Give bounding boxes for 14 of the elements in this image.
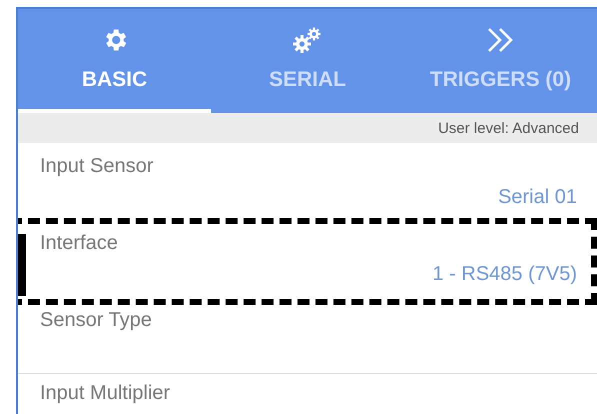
user-level-label: User level: Advanced bbox=[438, 120, 579, 136]
field-row[interactable]: Input Multiplier bbox=[18, 374, 597, 405]
field-label: Interface bbox=[40, 232, 118, 255]
field-row[interactable]: Sensor Type bbox=[18, 297, 597, 374]
double-chevron-icon bbox=[486, 26, 516, 54]
field-value[interactable]: Serial 01 bbox=[498, 186, 577, 208]
gears-icon bbox=[292, 26, 324, 54]
field-label: Sensor Type bbox=[40, 309, 152, 332]
tab[interactable]: SERIAL bbox=[211, 9, 404, 113]
field-value[interactable]: 1 - RS485 (7V5) bbox=[432, 263, 577, 285]
field-label: Input Sensor bbox=[40, 155, 154, 178]
field-row[interactable]: Input Sensor Serial 01 bbox=[18, 143, 597, 220]
tab[interactable]: TRIGGERS (0) bbox=[404, 9, 597, 113]
field-label: Input Multiplier bbox=[40, 382, 170, 405]
